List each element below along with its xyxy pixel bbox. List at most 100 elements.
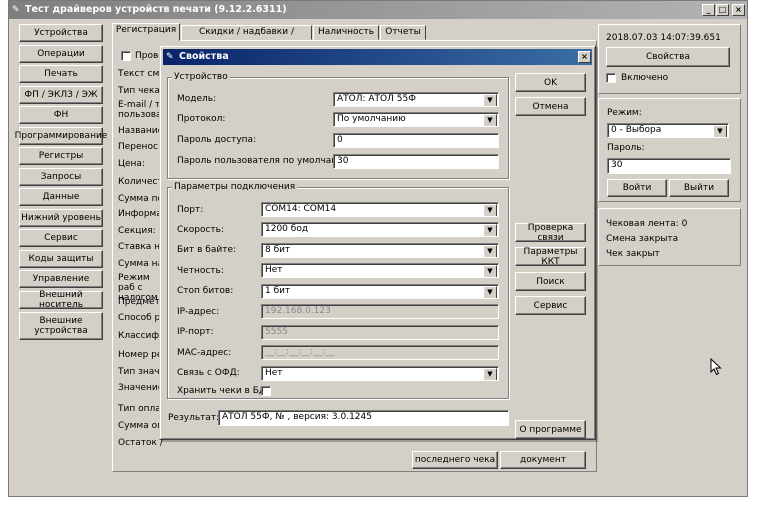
chevron-down-icon[interactable]: ▼	[483, 286, 497, 298]
window-titlebar: ✎ Тест драйверов устройств печати (9.12.…	[9, 1, 747, 19]
access-password-label: Пароль доступа:	[177, 135, 257, 145]
dialog-titlebar: ✎ Свойства	[163, 49, 592, 65]
properties-dialog: ✎ Свойства × Устройство Модель: АТОЛ: АТ…	[159, 45, 596, 440]
ip-port-input[interactable]: 5555	[261, 325, 499, 340]
protocol-label: Протокол:	[177, 114, 226, 124]
sidebar-item-data[interactable]: Данные	[19, 188, 103, 206]
stop-bits-select[interactable]: 1 бит ▼	[261, 284, 499, 299]
chevron-down-icon[interactable]: ▼	[483, 224, 497, 236]
reg-label: Информа	[118, 209, 162, 219]
parity-select[interactable]: Нет ▼	[261, 263, 499, 278]
ip-address-input[interactable]: 192.168.0.123	[261, 304, 499, 319]
chevron-down-icon[interactable]: ▼	[713, 125, 727, 137]
ip-port-label: IP-порт:	[177, 327, 214, 337]
reg-label: Сумма на	[118, 259, 163, 269]
sidebar-item-queries[interactable]: Запросы	[19, 168, 103, 186]
stop-bits-label: Стоп битов:	[177, 286, 234, 296]
status-tape: Чековая лента: 0	[606, 219, 688, 229]
sidebar-item-registers[interactable]: Регистры	[19, 147, 103, 165]
chevron-down-icon[interactable]: ▼	[483, 245, 497, 257]
reg-label: Значение	[118, 383, 164, 393]
user-password-label: Пароль пользователя по умолчанию:	[177, 156, 354, 166]
password-label: Пароль:	[607, 143, 645, 153]
device-panel: 2018.07.03 14:07:39.651 Свойства Включен…	[598, 24, 741, 94]
mode-select[interactable]: 0 - Выбора ▼	[607, 123, 729, 138]
check-connection-button[interactable]: Проверка связи	[515, 223, 586, 243]
reg-label: Текст сме	[118, 69, 165, 79]
chevron-down-icon[interactable]: ▼	[483, 204, 497, 216]
service-button[interactable]: Сервис	[515, 296, 586, 315]
sidebar-item-management[interactable]: Управление	[19, 270, 103, 288]
search-button[interactable]: Поиск	[515, 272, 586, 291]
data-bits-label: Бит в байте:	[177, 245, 237, 255]
data-bits-select[interactable]: 8 бит ▼	[261, 243, 499, 258]
ofd-label: Связь с ОФД:	[177, 368, 240, 378]
sidebar-item-print[interactable]: Печать	[19, 65, 103, 83]
properties-button[interactable]: Свойства	[606, 47, 730, 67]
print-checkbox[interactable]	[121, 51, 131, 61]
result-label: Результат:	[168, 413, 220, 423]
access-password-input[interactable]: 0	[333, 133, 499, 148]
document-button[interactable]: документ	[500, 451, 586, 469]
close-button[interactable]: ×	[732, 4, 745, 16]
app-icon: ✎	[12, 5, 20, 15]
user-password-input[interactable]: 30	[333, 154, 499, 169]
sidebar-item-service[interactable]: Сервис	[19, 229, 103, 247]
cancel-button[interactable]: Отмена	[515, 97, 586, 116]
sidebar-item-protection-codes[interactable]: Коды защиты	[19, 250, 103, 268]
mac-address-input[interactable]: __:__:__:__:__:__	[261, 345, 499, 360]
reg-label: Остаток /	[118, 438, 163, 448]
maximize-button[interactable]: □	[716, 4, 729, 16]
model-label: Модель:	[177, 94, 217, 104]
tab-reports[interactable]: Отчеты	[380, 25, 426, 40]
reg-label: Секция:	[118, 226, 156, 236]
mac-address-label: MAC-адрес:	[177, 348, 232, 358]
chevron-down-icon[interactable]: ▼	[483, 368, 497, 380]
minimize-button[interactable]: _	[702, 4, 715, 16]
sidebar-item-external-media[interactable]: Внешний носитель	[19, 290, 103, 310]
chevron-down-icon[interactable]: ▼	[483, 265, 497, 277]
speed-select[interactable]: 1200 бод ▼	[261, 222, 499, 237]
login-button[interactable]: Войти	[607, 179, 667, 197]
about-button[interactable]: О программе	[515, 420, 586, 439]
parity-label: Четность:	[177, 266, 224, 276]
ofd-select[interactable]: Нет ▼	[261, 366, 499, 381]
reg-label: E-mail / т пользоват	[118, 100, 167, 120]
mouse-cursor-icon	[710, 358, 722, 376]
kkt-params-button[interactable]: Параметры ККТ	[515, 247, 586, 267]
tab-cash[interactable]: Наличность	[313, 25, 379, 40]
port-select[interactable]: COM14: COM14 ▼	[261, 202, 499, 217]
sidebar-item-low-level[interactable]: Нижний уровень	[19, 209, 103, 227]
sidebar-item-fp[interactable]: ФП / ЭКЛЗ / ЭЖ	[19, 86, 103, 104]
speed-label: Скорость:	[177, 225, 224, 235]
tab-registration[interactable]: Регистрация	[112, 23, 180, 41]
tab-discounts[interactable]: Скидки / надбавки / налоги	[181, 25, 312, 50]
logout-button[interactable]: Выйти	[669, 179, 729, 197]
result-field[interactable]: АТОЛ 55Ф, № , версия: 3.0.1245	[218, 410, 509, 426]
chevron-down-icon[interactable]: ▼	[483, 114, 497, 126]
mode-panel: Режим: 0 - Выбора ▼ Пароль: 30 Войти Вый…	[598, 98, 741, 202]
reg-label: Тип чека:	[118, 86, 163, 96]
status-receipt: Чек закрыт	[606, 249, 660, 259]
dialog-title: Свойства	[179, 51, 229, 62]
mode-label: Режим:	[607, 108, 642, 118]
reg-label: Классифи	[118, 331, 165, 341]
sidebar-item-devices[interactable]: Устройства	[19, 24, 103, 42]
window-title: Тест драйверов устройств печати (9.12.2.…	[25, 4, 287, 15]
chevron-down-icon[interactable]: ▼	[483, 94, 497, 106]
sidebar-item-external-devices[interactable]: Внешние устройства	[19, 312, 103, 340]
store-receipts-checkbox[interactable]	[261, 386, 271, 396]
model-select[interactable]: АТОЛ: АТОЛ 55Ф ▼	[333, 92, 499, 107]
ok-button[interactable]: OK	[515, 73, 586, 92]
sidebar-item-fn[interactable]: ФН	[19, 106, 103, 124]
sidebar-item-operations[interactable]: Операции	[19, 45, 103, 63]
dialog-close-button[interactable]: ×	[578, 51, 591, 63]
reg-label: Цена:	[118, 159, 145, 169]
password-input[interactable]: 30	[607, 158, 731, 174]
last-receipt-button[interactable]: последнего чека	[412, 451, 498, 469]
connection-group-title: Параметры подключения	[172, 182, 298, 192]
status-shift: Смена закрыта	[606, 234, 679, 244]
protocol-select[interactable]: По умолчанию ▼	[333, 112, 499, 127]
enabled-checkbox[interactable]	[606, 73, 616, 83]
sidebar-item-programming[interactable]: Программирование	[15, 127, 107, 145]
